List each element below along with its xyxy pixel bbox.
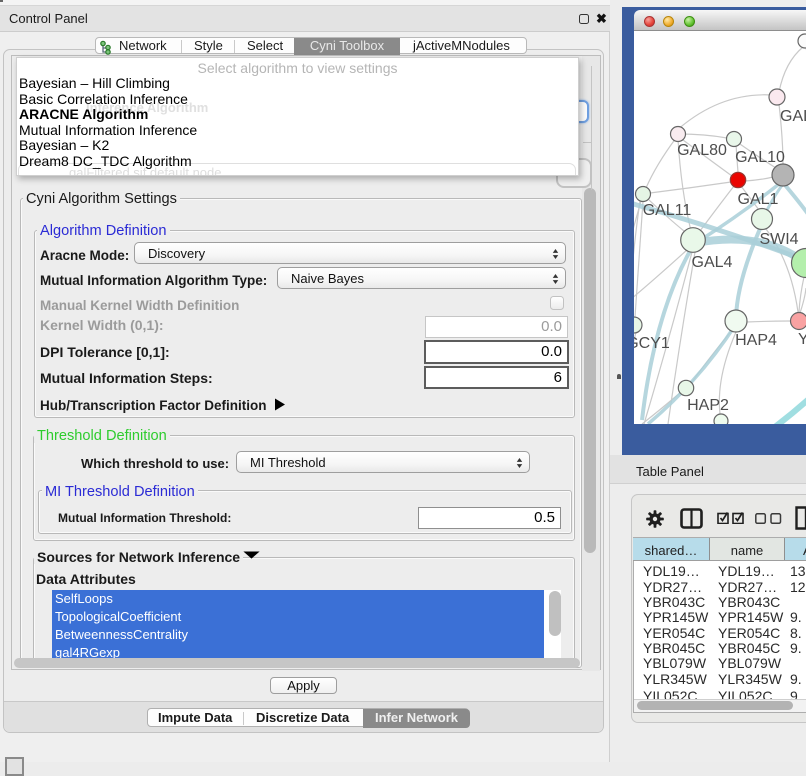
svg-text:GCY1: GCY1	[634, 335, 670, 352]
svg-text:GAL11: GAL11	[643, 202, 692, 219]
svg-text:GAL4: GAL4	[692, 254, 733, 271]
svg-text:Y: Y	[798, 331, 806, 348]
svg-text:HAP2: HAP2	[687, 397, 729, 414]
svg-text:GAL7: GAL7	[780, 108, 806, 125]
svg-text:GAL1: GAL1	[738, 191, 779, 208]
svg-text:HAP4: HAP4	[735, 332, 777, 349]
svg-text:SWI4: SWI4	[759, 231, 798, 248]
svg-text:GAL10: GAL10	[735, 149, 785, 166]
svg-text:GAL80: GAL80	[677, 142, 727, 159]
